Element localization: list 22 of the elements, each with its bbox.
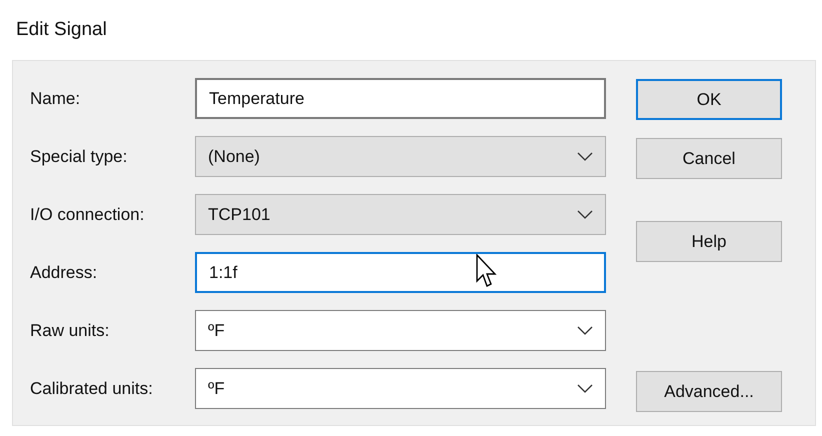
chevron-down-icon: [577, 152, 593, 161]
chevron-down-icon: [577, 326, 593, 335]
field-label: Name:: [29, 88, 82, 110]
dialog-button[interactable]: OK: [636, 79, 782, 120]
field-label: Address:: [29, 262, 98, 284]
dropdown-field[interactable]: ºF: [195, 310, 606, 351]
field-label: I/O connection:: [29, 204, 146, 226]
field-label: Raw units:: [29, 320, 110, 342]
dialog-button[interactable]: Cancel: [636, 138, 782, 179]
chevron-down-icon: [577, 384, 593, 393]
field-label: Calibrated units:: [29, 378, 154, 400]
text-field[interactable]: Temperature: [195, 78, 606, 119]
dropdown-field[interactable]: ºF: [195, 368, 606, 409]
chevron-down-icon: [577, 210, 593, 219]
dialog-button[interactable]: Help: [636, 221, 782, 262]
dialog-button[interactable]: Advanced...: [636, 371, 782, 412]
dropdown-field[interactable]: (None): [195, 136, 606, 177]
field-label: Special type:: [29, 146, 128, 168]
pointer-cursor-icon: [476, 254, 498, 288]
dropdown-field[interactable]: TCP101: [195, 194, 606, 235]
window-title: Edit Signal: [16, 18, 107, 42]
text-field[interactable]: 1:1f: [195, 252, 606, 293]
